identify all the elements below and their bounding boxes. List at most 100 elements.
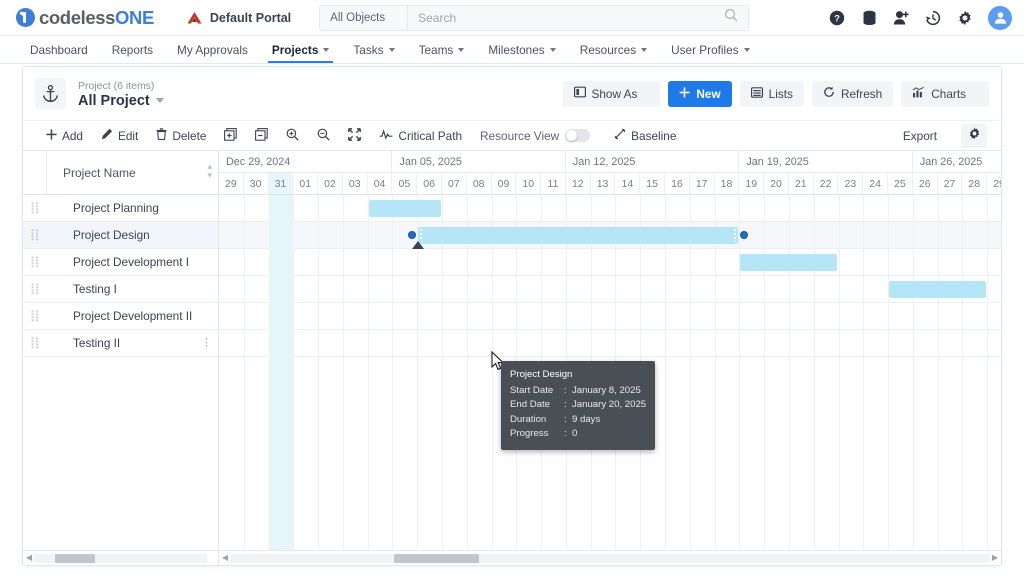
- timeline-scrollbar[interactable]: ◀ ▶: [219, 551, 1001, 565]
- task-rows: Project Planning Project Design Project De…: [23, 195, 218, 357]
- timeline-day-label: 10: [516, 173, 542, 194]
- nav-item-tasks[interactable]: Tasks: [341, 36, 406, 63]
- nav-item-user-profiles[interactable]: User Profiles: [659, 36, 762, 63]
- nav-item-resources[interactable]: Resources: [568, 36, 659, 63]
- search-icon[interactable]: [724, 8, 738, 27]
- user-avatar-icon[interactable]: [988, 5, 1012, 30]
- zoom-in-button[interactable]: [277, 121, 308, 150]
- drag-handle-icon[interactable]: [31, 310, 40, 322]
- add-button[interactable]: Add: [37, 121, 92, 150]
- gantt-bar[interactable]: [368, 200, 441, 217]
- baseline-button[interactable]: Baseline: [605, 121, 685, 150]
- drag-handle-icon[interactable]: [31, 283, 40, 295]
- table-row[interactable]: Testing II ⋮: [23, 330, 218, 357]
- timeline-day-label: 18: [715, 173, 740, 194]
- charts-button[interactable]: Charts: [901, 80, 989, 107]
- critical-path-button[interactable]: Critical Path: [370, 121, 471, 150]
- new-button[interactable]: New: [668, 80, 732, 107]
- table-row[interactable]: Project Development I: [23, 249, 218, 276]
- nav-item-my-approvals[interactable]: My Approvals: [165, 36, 260, 63]
- gantt-settings-button[interactable]: [961, 123, 987, 148]
- nav-item-teams[interactable]: Teams: [407, 36, 477, 63]
- timeline-gridline: [243, 195, 245, 550]
- gear-icon: [968, 127, 981, 145]
- task-tooltip: Project Design Start Date: January 8, 202…: [501, 361, 656, 450]
- gantt-bar[interactable]: [418, 227, 739, 244]
- table-row[interactable]: Project Planning: [23, 195, 218, 222]
- fit-screen-button[interactable]: [339, 121, 370, 150]
- expand-all-button[interactable]: [215, 121, 246, 150]
- timeline-gridline: [293, 195, 295, 550]
- scroll-left-icon[interactable]: ◀: [26, 554, 32, 562]
- nav-item-projects[interactable]: Projects: [260, 36, 342, 63]
- critical-path-label: Critical Path: [398, 128, 463, 143]
- timeline-day-label: 22: [814, 173, 839, 194]
- database-icon[interactable]: [860, 9, 878, 27]
- resource-view-switch[interactable]: [565, 129, 591, 142]
- table-row[interactable]: Project Design: [23, 222, 218, 249]
- nav-label: User Profiles: [671, 42, 739, 57]
- project-card: Project (6 items) All Project Show As Ne…: [22, 66, 1002, 566]
- scrollbar-track[interactable]: [230, 554, 990, 563]
- edit-button[interactable]: Edit: [92, 121, 147, 150]
- gantt-bar-progress-marker-icon[interactable]: [412, 241, 425, 249]
- sort-indicator-icon[interactable]: ▴ ▾: [207, 162, 212, 180]
- logo-mark-icon: [16, 8, 35, 27]
- timeline-day-label: 29: [987, 173, 1001, 194]
- drag-handle-icon[interactable]: [31, 256, 40, 268]
- nav-item-reports[interactable]: Reports: [100, 36, 165, 63]
- object-type-selector[interactable]: All Objects: [320, 5, 409, 30]
- row-menu-icon[interactable]: ⋮: [201, 338, 212, 349]
- add-user-icon[interactable]: [892, 9, 910, 27]
- timeline-gridline: [888, 195, 890, 550]
- scroll-left-icon[interactable]: ◀: [222, 554, 228, 562]
- task-list-header: Project Name ▴ ▾: [23, 151, 218, 195]
- task-name: Testing I: [73, 282, 117, 296]
- scrollbar-thumb[interactable]: [55, 554, 95, 563]
- timeline-day-label: 06: [417, 173, 442, 194]
- timeline-day-label: 04: [368, 173, 393, 194]
- resource-view-label: Resource View: [480, 128, 560, 143]
- timeline-day-label: 11: [541, 173, 566, 194]
- collapse-all-button[interactable]: [246, 121, 277, 150]
- portal-selector[interactable]: Default Portal: [186, 11, 291, 25]
- show-as-button[interactable]: Show As: [562, 80, 661, 107]
- drag-handle-icon[interactable]: [31, 337, 40, 349]
- gantt-bar[interactable]: [889, 281, 987, 298]
- drag-handle-icon[interactable]: [31, 202, 40, 214]
- nav-label: Dashboard: [30, 42, 88, 57]
- nav-item-milestones[interactable]: Milestones: [476, 36, 567, 63]
- card-header-actions: Show As New Lists Refresh Charts: [562, 80, 989, 107]
- app-logo[interactable]: codelessONE: [16, 7, 154, 29]
- search-input[interactable]: [408, 10, 725, 25]
- timeline-gridline: [714, 195, 716, 550]
- lists-button[interactable]: Lists: [739, 80, 804, 107]
- task-list-scrollbar[interactable]: ◀: [23, 551, 219, 565]
- page-title[interactable]: All Project: [78, 93, 164, 109]
- scrollbar-thumb[interactable]: [394, 554, 479, 563]
- lists-label: Lists: [768, 86, 793, 101]
- zoom-in-icon: [286, 128, 300, 144]
- delete-button[interactable]: Delete: [147, 121, 215, 150]
- timeline-gridline: [912, 195, 914, 550]
- task-list-empty-space: [23, 357, 218, 550]
- gantt-bar[interactable]: [740, 254, 838, 271]
- zoom-out-button[interactable]: [308, 121, 339, 150]
- gear-icon[interactable]: [956, 9, 974, 27]
- table-row[interactable]: Testing I: [23, 276, 218, 303]
- scroll-right-icon[interactable]: ▶: [992, 554, 998, 562]
- help-circle-icon[interactable]: ?: [828, 9, 846, 27]
- tooltip-colon: :: [564, 384, 567, 396]
- timeline-day-label: 01: [293, 173, 319, 194]
- history-icon[interactable]: [924, 9, 942, 27]
- resource-view-toggle[interactable]: Resource View: [471, 121, 605, 150]
- tooltip-value: January 20, 2025: [572, 399, 647, 410]
- nav-item-dashboard[interactable]: Dashboard: [18, 36, 100, 63]
- table-row[interactable]: Project Development II: [23, 303, 218, 330]
- refresh-button[interactable]: Refresh: [811, 80, 894, 107]
- column-header-project-name[interactable]: Project Name: [63, 166, 136, 180]
- drag-handle-icon[interactable]: [31, 229, 40, 241]
- timeline-week-label: Dec 29, 2024: [219, 151, 393, 173]
- export-button[interactable]: Export: [894, 129, 957, 143]
- plus-icon: [46, 128, 57, 143]
